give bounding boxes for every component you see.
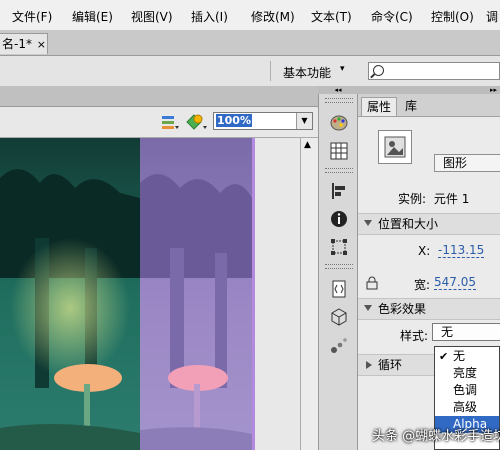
checkmark-icon: ✔ (439, 350, 449, 363)
section-heading: 色彩效果 (378, 302, 427, 316)
menu-view[interactable]: 视图(V) (131, 8, 173, 25)
watermark: 头条 @蝴蝶水彩手造坊 (372, 429, 500, 444)
stage-vertical-scrollbar[interactable]: ▲ (300, 138, 318, 450)
components-icon[interactable] (330, 308, 348, 326)
stage-header (0, 86, 318, 107)
color-palette-icon[interactable] (330, 114, 348, 132)
menu-control[interactable]: 控制(O) (431, 8, 474, 25)
dropdown-option-tint[interactable]: 色调 (435, 382, 499, 399)
chevron-right-icon (366, 361, 372, 369)
width-label: 宽: (414, 278, 431, 292)
swatches-icon[interactable] (330, 142, 348, 160)
help-search-input[interactable] (368, 62, 500, 80)
tab-properties[interactable]: 属性 (361, 97, 398, 116)
edit-scene-icon[interactable] (160, 113, 180, 131)
grip-handle[interactable] (325, 264, 353, 269)
instance-label: 实例: (398, 192, 427, 206)
dropdown-option-none[interactable]: ✔ 无 (435, 348, 499, 365)
menu-edit[interactable]: 编辑(E) (72, 8, 113, 25)
section-heading: 位置和大小 (378, 217, 439, 231)
document-tab[interactable]: 名-1* × (0, 33, 48, 54)
divider (270, 61, 271, 81)
menu-file[interactable]: 文件(F) (12, 8, 52, 25)
dropdown-option-advanced[interactable]: 高级 (435, 399, 499, 416)
collapse-panel-strip[interactable]: ▸▸ (358, 86, 500, 94)
transform-icon[interactable] (330, 238, 348, 256)
tab-library[interactable]: 库 (400, 97, 422, 116)
menu-modify[interactable]: 修改(M) (251, 8, 295, 25)
stage-artwork (0, 138, 300, 450)
symbol-type-select[interactable]: 图形 (434, 154, 500, 172)
chevron-down-icon[interactable]: ▼ (296, 113, 312, 129)
section-heading: 循环 (378, 358, 403, 372)
section-position-size[interactable]: 位置和大小 (358, 213, 500, 235)
dropdown-option-brightness[interactable]: 亮度 (435, 365, 499, 382)
x-label: X: (418, 244, 431, 258)
x-value[interactable]: -113.15 (438, 244, 485, 258)
zoom-value: 100% (216, 114, 252, 127)
zoom-select[interactable]: 100% ▼ (213, 112, 313, 130)
grip-handle[interactable] (325, 168, 353, 173)
collapse-icons-strip[interactable]: ◂◂ (318, 86, 358, 94)
edit-symbol-icon[interactable] (186, 113, 208, 131)
align-icon[interactable] (330, 182, 348, 200)
menu-bar: 文件(F) 编辑(E) 视图(V) 插入(I) 修改(M) 文本(T) 命令(C… (0, 0, 500, 31)
panel-icon-strip (318, 94, 358, 450)
grip-handle[interactable] (325, 98, 353, 103)
workspace-bar: 基本功能 ▾ (0, 56, 500, 87)
motion-presets-icon[interactable] (330, 336, 348, 354)
width-value[interactable]: 547.05 (434, 276, 476, 290)
menu-text[interactable]: 文本(T) (311, 8, 352, 25)
stage-canvas[interactable] (0, 138, 300, 450)
close-tab-icon[interactable]: × (37, 38, 46, 51)
stage-toolbar: 100% ▼ (0, 107, 318, 138)
graphic-symbol-icon (378, 130, 412, 164)
workspace-switcher[interactable]: 基本功能 (283, 64, 331, 81)
section-loop[interactable]: 循环 (358, 354, 434, 376)
panel-tab-bar: 属性 库 (358, 94, 500, 117)
scroll-up-icon[interactable]: ▲ (304, 140, 311, 150)
chevron-down-icon (364, 305, 372, 311)
chevron-down-icon[interactable]: ▾ (340, 64, 345, 74)
color-style-select[interactable]: 无 (432, 323, 500, 341)
lock-proportions-icon[interactable] (366, 276, 378, 290)
document-tab-bar: 名-1* × (0, 31, 500, 56)
style-label: 样式: (400, 329, 429, 343)
menu-insert[interactable]: 插入(I) (191, 8, 228, 25)
instance-name: 元件 1 (433, 192, 470, 206)
menu-debug[interactable]: 调 (486, 8, 498, 25)
instance-row: 实例: 元件 1 (398, 190, 469, 207)
menu-commands[interactable]: 命令(C) (371, 8, 413, 25)
option-label: 无 (453, 349, 466, 363)
search-icon (373, 65, 384, 76)
chevron-down-icon (364, 220, 372, 226)
code-snippets-icon[interactable] (330, 280, 348, 298)
info-icon[interactable] (330, 210, 348, 228)
document-tab-title: 名-1* (2, 37, 32, 51)
section-color-effect[interactable]: 色彩效果 (358, 298, 500, 320)
